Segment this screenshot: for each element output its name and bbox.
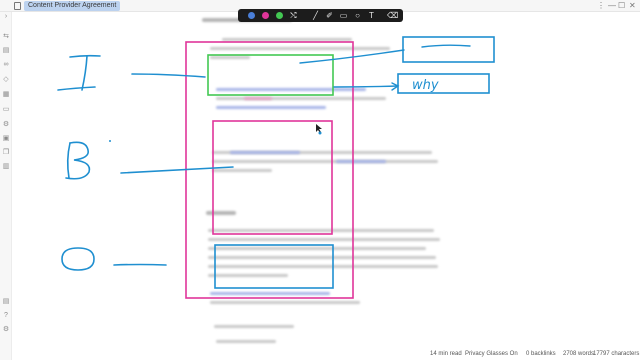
close-button[interactable]: ✕ (629, 1, 636, 11)
sidebar-icon-2[interactable]: ▤ (2, 47, 10, 55)
document-icon (14, 2, 21, 10)
sidebar-icon-9[interactable]: ❐ (2, 149, 10, 157)
word-count: 2708 words (563, 351, 595, 357)
ink-arrow-o (113, 263, 167, 266)
character-count: 17797 characters (593, 351, 640, 357)
more-options-icon[interactable]: ⋮ (597, 1, 605, 11)
left-ribbon: › ⇆ ▤ ∞ ◇ ▦ ▭ ⚙ ▣ ❐ ▥ ▤ ? ⚙ (0, 12, 12, 360)
minimize-button[interactable]: — (608, 1, 616, 11)
ink-letter-i (57, 54, 101, 91)
ink-dot (109, 140, 111, 142)
help-icon[interactable]: ? (2, 312, 10, 320)
settings-icon[interactable]: ⚙ (2, 326, 10, 334)
backlinks-count[interactable]: 0 backlinks (526, 350, 556, 358)
eraser-icon[interactable]: ⌫ (387, 11, 398, 20)
status-bar: 14 min read Privacy Glasses On 0 backlin… (0, 348, 640, 360)
sidebar-icon-6[interactable]: ▭ (2, 106, 10, 114)
pen-icon[interactable]: ╱ (311, 11, 320, 20)
sidebar-icon-8[interactable]: ▣ (2, 135, 10, 143)
color-swatch-green[interactable] (276, 12, 283, 19)
text-icon[interactable]: T (367, 11, 376, 20)
privacy-glasses[interactable]: Privacy Glasses On (465, 350, 518, 358)
sidebar-icon-7[interactable]: ⚙ (2, 121, 10, 129)
note-title[interactable]: Content Provider Agreement (24, 1, 121, 11)
maximize-button[interactable]: ☐ (618, 1, 625, 11)
ink-letter-b (65, 141, 91, 180)
highlighter-icon[interactable]: ✐ (325, 11, 334, 20)
vault-icon[interactable]: ▤ (2, 298, 10, 306)
rectangle-icon[interactable]: ▭ (339, 11, 348, 20)
sidebar-icon-10[interactable]: ▥ (2, 163, 10, 171)
read-time: 14 min read (430, 351, 462, 357)
color-swatch-blue[interactable] (248, 12, 255, 19)
sidebar-icon-5[interactable]: ▦ (2, 91, 10, 99)
sidebar-icon-3[interactable]: ∞ (2, 61, 10, 69)
shuffle-icon[interactable]: ⤭ (289, 11, 298, 20)
drawing-toolbar: ⤭ ╱ ✐ ▭ ○ T ⌫ (238, 9, 403, 22)
sidebar-icon-1[interactable]: ⇆ (2, 33, 10, 41)
blurred-document-body (186, 18, 446, 348)
ink-letter-o (61, 247, 95, 271)
circle-icon[interactable]: ○ (353, 11, 362, 20)
sidebar-icon-0[interactable]: › (2, 13, 10, 21)
color-swatch-magenta[interactable] (262, 12, 269, 19)
sidebar-icon-4[interactable]: ◇ (2, 76, 10, 84)
